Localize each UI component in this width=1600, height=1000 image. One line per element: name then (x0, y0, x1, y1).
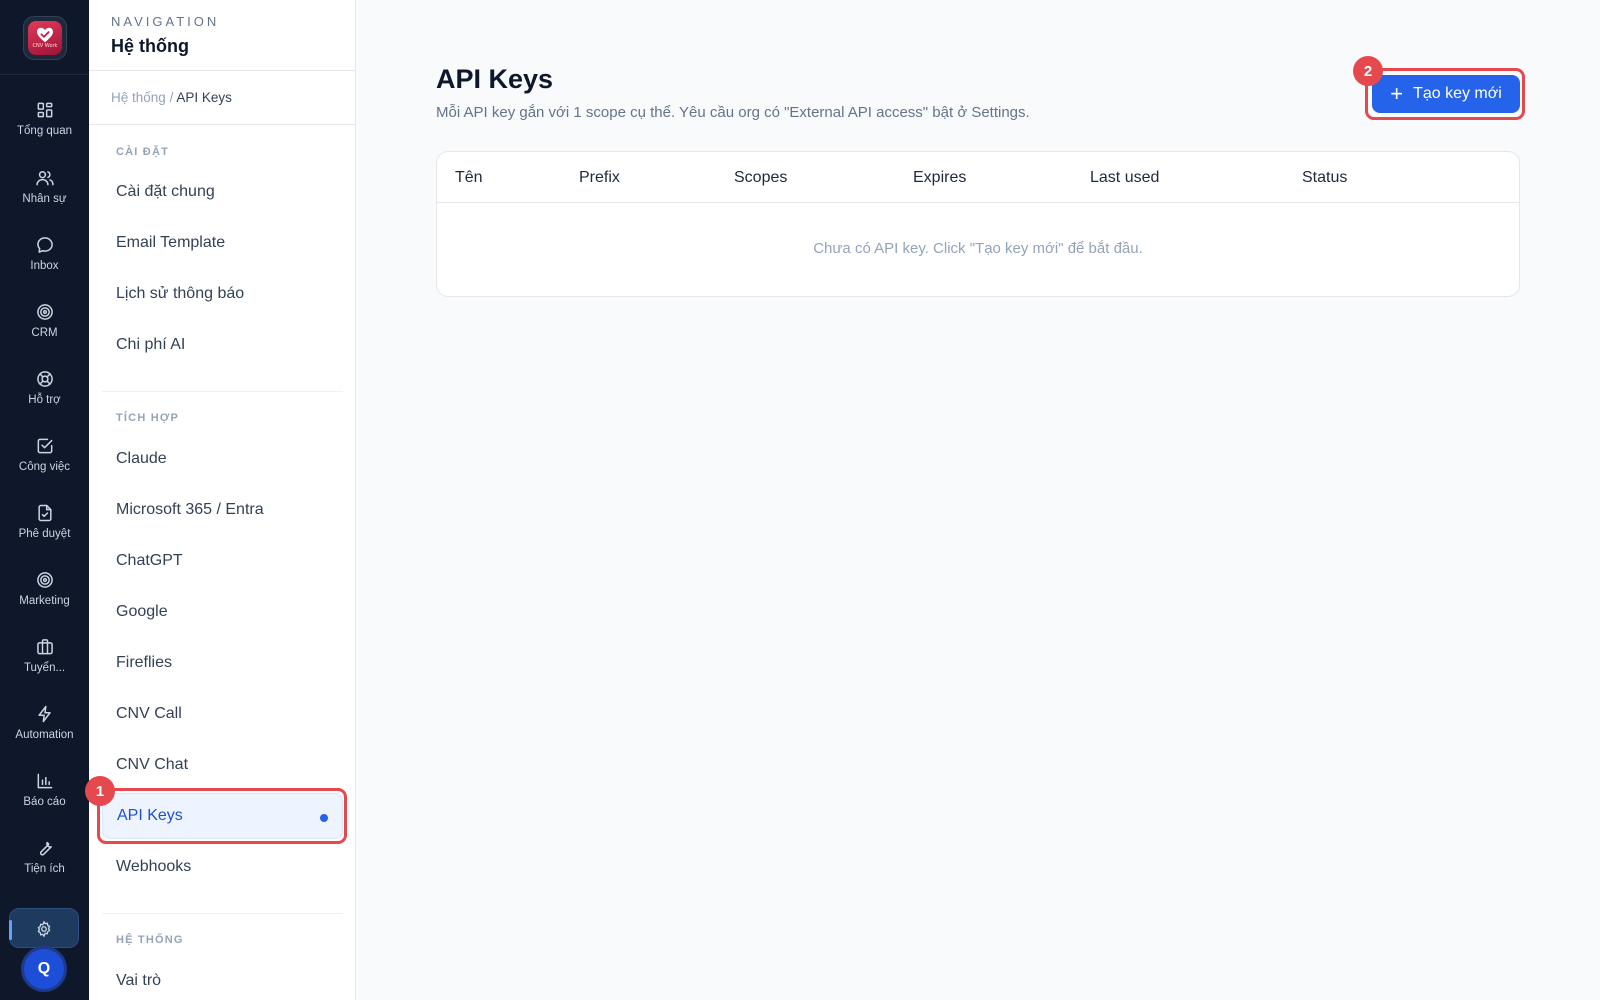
api-keys-table: Tên Prefix Scopes Expires Last used Stat… (436, 151, 1520, 297)
target-icon (36, 304, 53, 320)
section-heading-he-thong: HỆ THỐNG (116, 934, 184, 946)
nav-item-claude[interactable]: Claude (102, 436, 343, 482)
rail-label: Automation (15, 729, 74, 741)
rail-item-automation[interactable]: Automation (0, 696, 89, 756)
secondary-nav: NAVIGATION Hệ thống Hệ thống / API Keys … (89, 0, 356, 1000)
nav-item-chi-phi-ai[interactable]: Chi phí AI (102, 322, 343, 368)
logo-text: CNV Work (32, 43, 58, 49)
breadcrumb: Hệ thống / API Keys (111, 90, 232, 105)
section-divider (102, 913, 343, 914)
file-check-icon (37, 504, 52, 522)
lightning-icon (37, 705, 51, 723)
rail-label: Inbox (30, 260, 59, 272)
column-header-scopes: Scopes (734, 169, 788, 186)
nav-item-lich-su-thong-bao[interactable]: Lịch sử thông báo (102, 271, 343, 317)
rail-label: Tiện ích (24, 863, 65, 875)
active-indicator (9, 920, 12, 940)
page-title: API Keys (436, 64, 554, 94)
gear-icon (37, 920, 51, 938)
rail-item-inbox[interactable]: Inbox (0, 227, 89, 287)
rail-item-cong-viec[interactable]: Công việc (0, 428, 89, 488)
nav-item-email-template[interactable]: Email Template (102, 220, 343, 266)
app-logo[interactable]: CNV Work (23, 16, 67, 60)
nav-item-vai-tro[interactable]: Vai trò (102, 958, 343, 1000)
nav-item-cnv-call[interactable]: CNV Call (102, 691, 343, 737)
nav-title: Hệ thống (111, 36, 189, 56)
rail-label: Công việc (18, 461, 71, 473)
rail-divider (0, 74, 89, 75)
briefcase-icon (36, 639, 53, 655)
rail-label: CRM (31, 327, 58, 339)
rail-label: Hỗ trợ (28, 394, 61, 406)
nav-item-cnv-chat[interactable]: CNV Chat (102, 742, 343, 788)
page-subtitle: Mỗi API key gắn với 1 scope cụ thể. Yêu … (436, 104, 1030, 121)
column-header-ten: Tên (455, 169, 483, 186)
annotation-badge-2: 2 (1353, 56, 1383, 86)
breadcrumb-parent[interactable]: Hệ thống (111, 90, 166, 105)
nav-item-chatgpt[interactable]: ChatGPT (102, 538, 343, 584)
rail-item-ho-tro[interactable]: Hỗ trợ (0, 361, 89, 421)
rail-label: Nhân sự (22, 193, 67, 205)
nav-divider (89, 70, 356, 71)
nav-item-fireflies[interactable]: Fireflies (102, 640, 343, 686)
chat-bubble-icon (36, 237, 53, 253)
breadcrumb-separator: / (169, 90, 174, 105)
nav-item-cai-dat-chung[interactable]: Cài đặt chung (102, 169, 343, 215)
rail-item-tien-ich[interactable]: Tiện ích (0, 830, 89, 890)
user-avatar[interactable]: Q (21, 946, 67, 992)
nav-item-google[interactable]: Google (102, 589, 343, 635)
rail-item-nhan-su[interactable]: Nhân sự (0, 160, 89, 220)
rail-label: Tuyển... (23, 662, 66, 674)
rail-item-settings[interactable] (9, 908, 79, 948)
rail-label: Marketing (19, 595, 70, 607)
section-divider (102, 391, 343, 392)
rail-item-phe-duyet[interactable]: Phê duyệt (0, 495, 89, 555)
rail-item-tuyen-dung[interactable]: Tuyển... (0, 629, 89, 689)
column-header-expires: Expires (913, 169, 967, 186)
column-header-prefix: Prefix (579, 169, 620, 186)
rail-item-marketing[interactable]: Marketing (0, 562, 89, 622)
wrench-icon (39, 841, 52, 856)
rail-item-tong-quan[interactable]: Tổng quan (0, 92, 89, 152)
rail-label: Báo cáo (23, 796, 66, 808)
breadcrumb-current: API Keys (176, 90, 232, 105)
users-icon (35, 171, 54, 186)
nav-item-webhooks[interactable]: Webhooks (102, 844, 343, 890)
empty-state-text: Chưa có API key. Click "Tạo key mới" để … (813, 240, 1143, 257)
highlight-box-1 (97, 788, 347, 844)
nav-item-microsoft-365[interactable]: Microsoft 365 / Entra (102, 487, 343, 533)
rail-item-crm[interactable]: CRM (0, 294, 89, 354)
lifebuoy-icon (36, 371, 53, 387)
table-header-divider (437, 202, 1519, 203)
grid-icon (37, 102, 52, 118)
highlight-box-2 (1365, 68, 1525, 120)
column-header-last-used: Last used (1090, 169, 1160, 186)
column-header-status: Status (1302, 169, 1348, 186)
target-icon (36, 572, 53, 588)
nav-divider (89, 124, 356, 125)
section-heading-cai-dat: CÀI ĐẶT (116, 146, 170, 158)
annotation-badge-1: 1 (85, 776, 115, 806)
bar-chart-icon (37, 773, 52, 789)
rail-label: Phê duyệt (18, 528, 71, 540)
section-heading-tich-hop: TÍCH HỢP (116, 412, 179, 424)
rail-item-bao-cao[interactable]: Báo cáo (0, 763, 89, 823)
rail-label: Tổng quan (17, 125, 72, 137)
nav-eyebrow: NAVIGATION (111, 14, 220, 29)
icon-rail: CNV Work Tổng quan Nhân sự Inbox CRM Hỗ … (0, 0, 89, 1000)
check-square-icon (37, 438, 52, 454)
